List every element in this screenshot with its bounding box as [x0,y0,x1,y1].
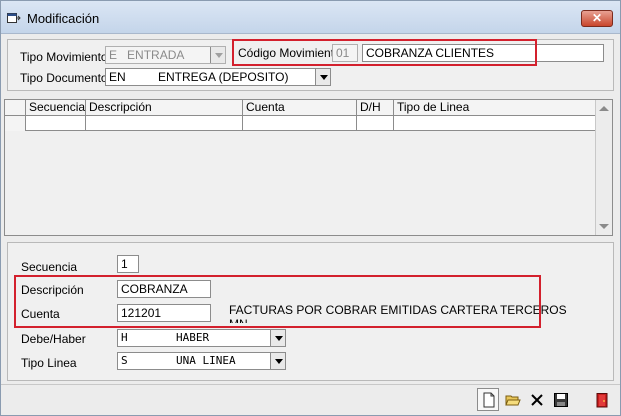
chevron-down-icon[interactable] [315,69,330,85]
col-secuencia[interactable]: Secuencia [26,100,86,116]
exit-button[interactable] [590,388,612,411]
grid-row-selector-header [5,100,26,116]
debe-haber-label: Debe/Haber [21,332,86,346]
modification-window: Modificación ✕ Tipo Movimiento E ENTRADA… [0,0,621,416]
highlight-box-codigo [232,39,537,66]
col-descripcion[interactable]: Descripción [86,100,243,116]
chevron-down-icon[interactable] [270,330,285,346]
tipo-movimiento-label: Tipo Movimiento [20,50,108,64]
debe-haber-select[interactable]: H HABER [117,329,286,347]
new-button[interactable] [477,388,499,411]
secuencia-label: Secuencia [21,260,78,274]
open-folder-icon [505,395,521,406]
new-icon [483,392,495,408]
tipo-documento-select[interactable]: EN ENTREGA (DEPOSITO) [105,68,331,86]
tipo-movimiento-select[interactable]: E ENTRADA [105,46,226,64]
close-icon: ✕ [591,11,603,25]
close-button[interactable]: ✕ [581,10,613,27]
table-row[interactable] [5,116,595,131]
bottom-toolbar [1,384,620,415]
lines-grid[interactable]: Secuencia Descripción Cuenta D/H Tipo de… [4,99,613,236]
exit-door-icon [596,393,608,408]
chevron-down-icon[interactable] [270,353,285,369]
col-dh[interactable]: D/H [357,100,394,116]
secuencia-field[interactable]: 1 [117,255,139,273]
grid-header: Secuencia Descripción Cuenta D/H Tipo de… [5,100,595,116]
open-button[interactable] [501,388,523,411]
delete-button[interactable] [525,388,547,411]
scroll-down-icon[interactable] [599,224,609,229]
grid-vertical-scrollbar[interactable] [595,100,612,235]
tipo-documento-label: Tipo Documento [20,71,108,85]
highlight-box-descripcion-cuenta [14,275,541,328]
col-tipo-linea[interactable]: Tipo de Linea [394,100,595,116]
window-title: Modificación [27,11,100,26]
save-button[interactable] [549,388,571,411]
window-app-icon [7,13,21,23]
col-cuenta[interactable]: Cuenta [243,100,357,116]
tipo-linea-select[interactable]: S UNA LINEA [117,352,286,370]
tipo-linea-label: Tipo Linea [21,356,77,370]
chevron-down-icon[interactable] [210,47,225,63]
save-icon [554,393,568,407]
scroll-up-icon[interactable] [599,106,609,111]
title-bar: Modificación ✕ [1,1,620,34]
delete-icon [531,394,543,406]
